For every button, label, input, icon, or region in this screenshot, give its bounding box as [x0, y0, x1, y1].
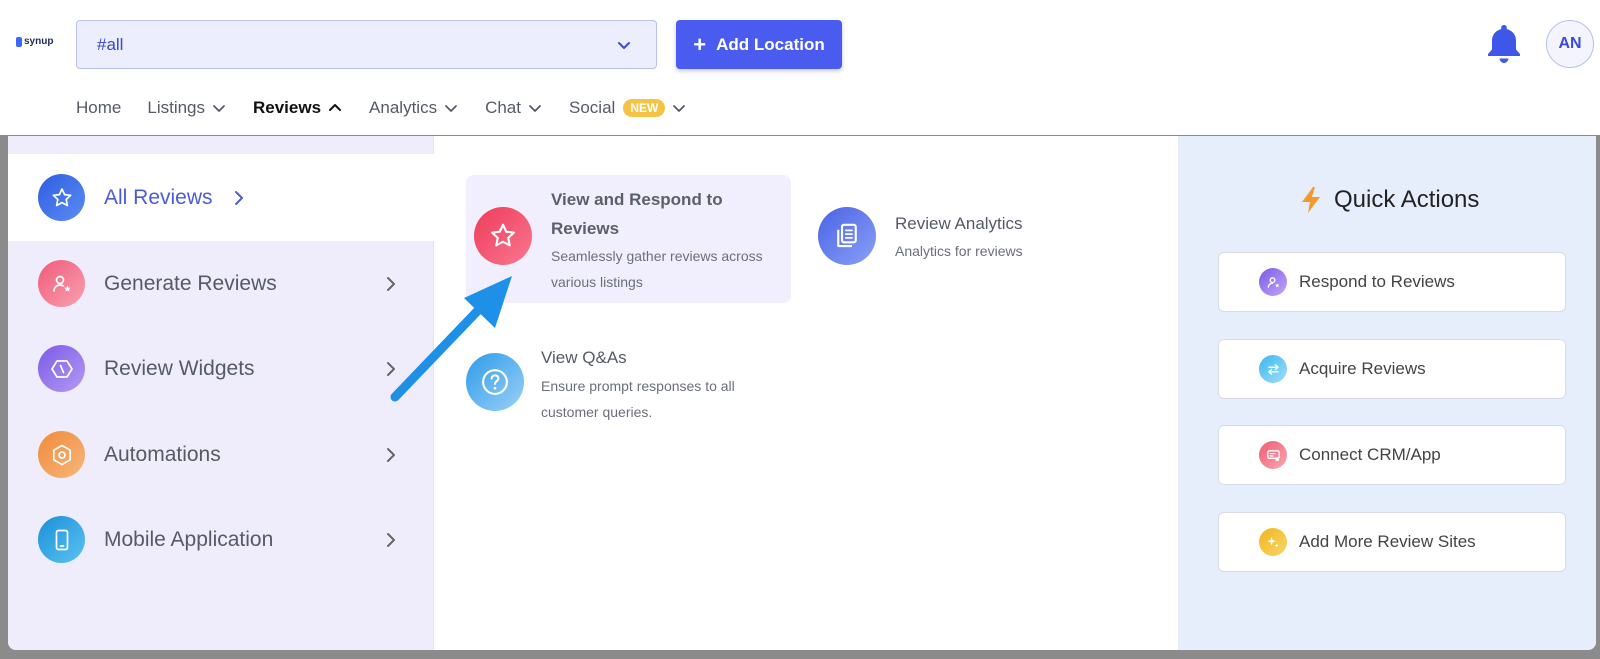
chevron-down-icon — [529, 105, 541, 112]
chevron-down-icon — [673, 105, 686, 112]
card-description: Analytics for reviews — [895, 243, 1023, 259]
nav-listings[interactable]: Listings — [147, 98, 227, 118]
question-icon — [466, 353, 524, 411]
nav-chat[interactable]: Chat — [485, 98, 543, 118]
add-location-label: Add Location — [716, 34, 825, 54]
nav-home-label: Home — [76, 98, 122, 117]
nav-reviews[interactable]: Reviews — [253, 98, 343, 118]
menu-item-label: Mobile Application — [104, 527, 274, 551]
reviews-options: View and Respond to Reviews Seamlessly g… — [435, 136, 1176, 650]
chevron-down-icon — [213, 105, 225, 112]
star-icon — [38, 174, 85, 221]
card-description: Seamlessly gather reviews across various… — [551, 248, 763, 290]
star-icon — [474, 207, 532, 265]
menu-item-review-widgets[interactable]: Review Widgets — [8, 325, 434, 412]
menu-item-label: Generate Reviews — [104, 271, 277, 295]
menu-item-label: Review Widgets — [104, 356, 255, 380]
quick-action-acquire-reviews[interactable]: Acquire Reviews — [1218, 339, 1566, 399]
menu-item-generate-reviews[interactable]: Generate Reviews — [8, 240, 434, 327]
quick-action-label: Acquire Reviews — [1299, 359, 1426, 378]
menu-item-mobile-application[interactable]: Mobile Application — [8, 496, 434, 583]
nav-analytics[interactable]: Analytics — [369, 98, 459, 118]
menu-item-label: All Reviews — [104, 185, 213, 209]
quick-action-label: Add More Review Sites — [1299, 532, 1476, 551]
quick-action-label: Connect CRM/App — [1299, 445, 1441, 464]
menu-item-label: Automations — [104, 442, 221, 466]
chevron-right-icon — [387, 361, 395, 376]
user-star-icon — [38, 260, 85, 307]
phone-icon — [38, 516, 85, 563]
card-view-respond-reviews[interactable]: View and Respond to Reviews Seamlessly g… — [466, 175, 791, 303]
top-bar: synup #all + Add Location AN Home Listin… — [0, 0, 1600, 135]
main-nav: Home Listings Reviews Analytics Chat Soc… — [76, 94, 713, 122]
reviews-dropdown-menu: All Reviews Generate Reviews Review Widg… — [8, 136, 1596, 650]
chevron-right-icon — [387, 447, 395, 462]
card-description: Ensure prompt responses to all customer … — [541, 378, 735, 420]
card-review-analytics[interactable]: Review Analytics Analytics for reviews — [815, 202, 1135, 282]
reviews-side-menu: All Reviews Generate Reviews Review Widg… — [8, 136, 434, 650]
menu-item-all-reviews[interactable]: All Reviews — [8, 154, 434, 241]
logo-text: synup — [24, 36, 54, 47]
quick-action-label: Respond to Reviews — [1299, 272, 1455, 291]
hexagon-icon — [38, 431, 85, 478]
code-icon — [38, 345, 85, 392]
nav-chat-label: Chat — [485, 98, 521, 117]
connect-icon — [1259, 441, 1287, 469]
synup-logo[interactable]: synup — [16, 36, 53, 47]
new-badge: NEW — [623, 99, 666, 117]
nav-listings-label: Listings — [147, 98, 205, 117]
arrows-icon — [1259, 355, 1287, 383]
logo-mark-icon — [16, 36, 22, 47]
quick-action-connect-crm[interactable]: Connect CRM/App — [1218, 425, 1566, 485]
nav-home[interactable]: Home — [76, 98, 121, 118]
chevron-right-icon — [387, 532, 395, 547]
chevron-down-icon — [445, 105, 457, 112]
user-avatar[interactable]: AN — [1546, 20, 1594, 68]
lightning-icon — [1302, 187, 1320, 213]
documents-icon — [818, 207, 876, 265]
location-select[interactable]: #all — [76, 20, 657, 69]
sparkle-icon — [1259, 528, 1287, 556]
card-title: View and Respond to Reviews — [551, 190, 723, 238]
card-title: View Q&As — [541, 348, 627, 367]
quick-actions-panel: Quick Actions Respond to Reviews Acquire… — [1178, 136, 1596, 650]
nav-analytics-label: Analytics — [369, 98, 438, 117]
quick-actions-heading: Quick Actions — [1298, 186, 1479, 214]
quick-actions-title: Quick Actions — [1334, 186, 1480, 213]
user-star-icon — [1259, 268, 1287, 296]
chevron-up-icon — [329, 104, 342, 111]
nav-social[interactable]: Social NEW — [569, 98, 687, 118]
nav-social-label: Social — [569, 98, 616, 117]
chevron-right-icon — [235, 190, 243, 205]
plus-icon: + — [693, 31, 707, 57]
card-view-qas[interactable]: View Q&As Ensure prompt responses to all… — [466, 336, 791, 436]
chevron-down-icon — [618, 42, 630, 49]
nav-reviews-label: Reviews — [253, 98, 322, 117]
quick-action-respond-reviews[interactable]: Respond to Reviews — [1218, 252, 1566, 312]
add-location-button[interactable]: + Add Location — [676, 20, 842, 69]
menu-item-automations[interactable]: Automations — [8, 411, 434, 498]
notification-bell-icon[interactable] — [1484, 22, 1524, 66]
chevron-right-icon — [387, 276, 395, 291]
quick-action-add-review-sites[interactable]: Add More Review Sites — [1218, 512, 1566, 572]
location-select-value: #all — [97, 34, 124, 54]
card-title: Review Analytics — [895, 214, 1023, 233]
